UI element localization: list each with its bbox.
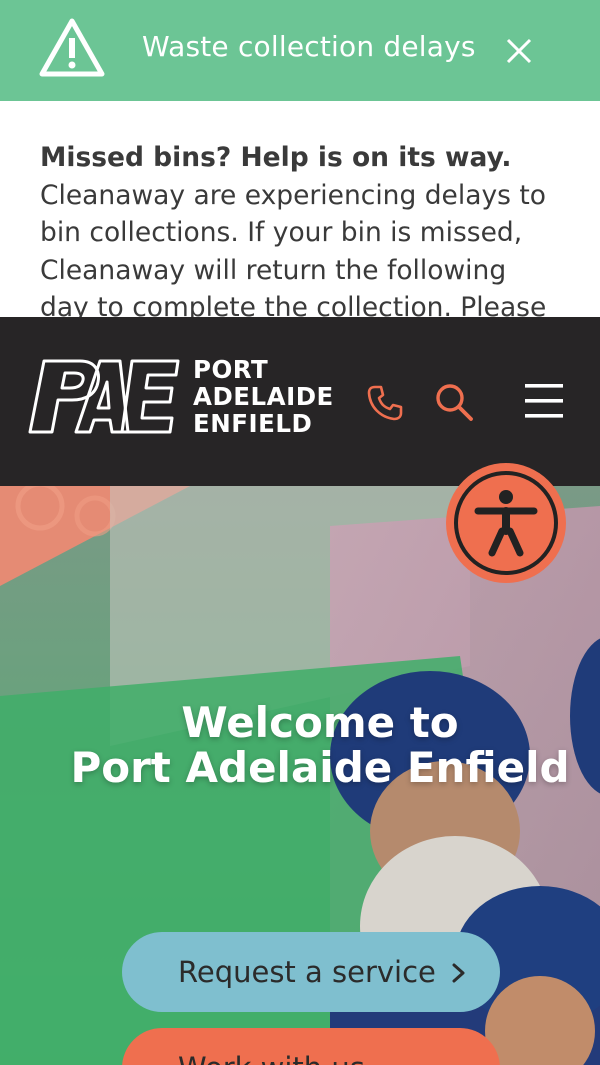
- accessibility-ring: [454, 471, 558, 575]
- alert-body-line: bin collections. If your bin is missed,: [40, 217, 523, 248]
- logo-wordmark[interactable]: PORT ADELAIDE ENFIELD: [193, 356, 334, 437]
- logo-line: ADELAIDE: [193, 382, 334, 411]
- alert-body-line: Cleanaway will return the following: [40, 254, 507, 286]
- close-icon[interactable]: [502, 34, 536, 68]
- request-service-button[interactable]: Request a service: [122, 932, 500, 1012]
- pae-logo-icon[interactable]: [28, 358, 180, 434]
- chevron-right-icon: [452, 963, 465, 983]
- search-icon[interactable]: [434, 382, 474, 422]
- alert-message: Missed bins? Help is on its way. Cleanaw…: [0, 101, 600, 317]
- hero-title-line-2: Port Adelaide Enfield: [70, 743, 570, 792]
- phone-icon[interactable]: [366, 384, 404, 422]
- work-with-us-button[interactable]: Work with us: [122, 1028, 500, 1065]
- warning-triangle-icon: [39, 18, 105, 77]
- accessibility-person-icon: [474, 490, 538, 557]
- alert-body-line: day to complete the collection. Please: [40, 292, 547, 317]
- logo-line: ENFIELD: [193, 409, 313, 438]
- button-label: Work with us: [178, 1051, 365, 1065]
- alert-title: Waste collection delays: [142, 30, 476, 63]
- alert-banner: Waste collection delays: [0, 0, 600, 101]
- accessibility-button[interactable]: [446, 463, 566, 583]
- alert-heading: Missed bins? Help is on its way.: [40, 142, 512, 173]
- logo-line: PORT: [193, 355, 269, 384]
- alert-body-line: Cleanaway are experiencing delays to: [40, 179, 546, 211]
- button-label: Request a service: [178, 955, 436, 989]
- hero-title-line-1: Welcome to: [181, 698, 459, 747]
- hamburger-menu-icon[interactable]: [523, 381, 565, 421]
